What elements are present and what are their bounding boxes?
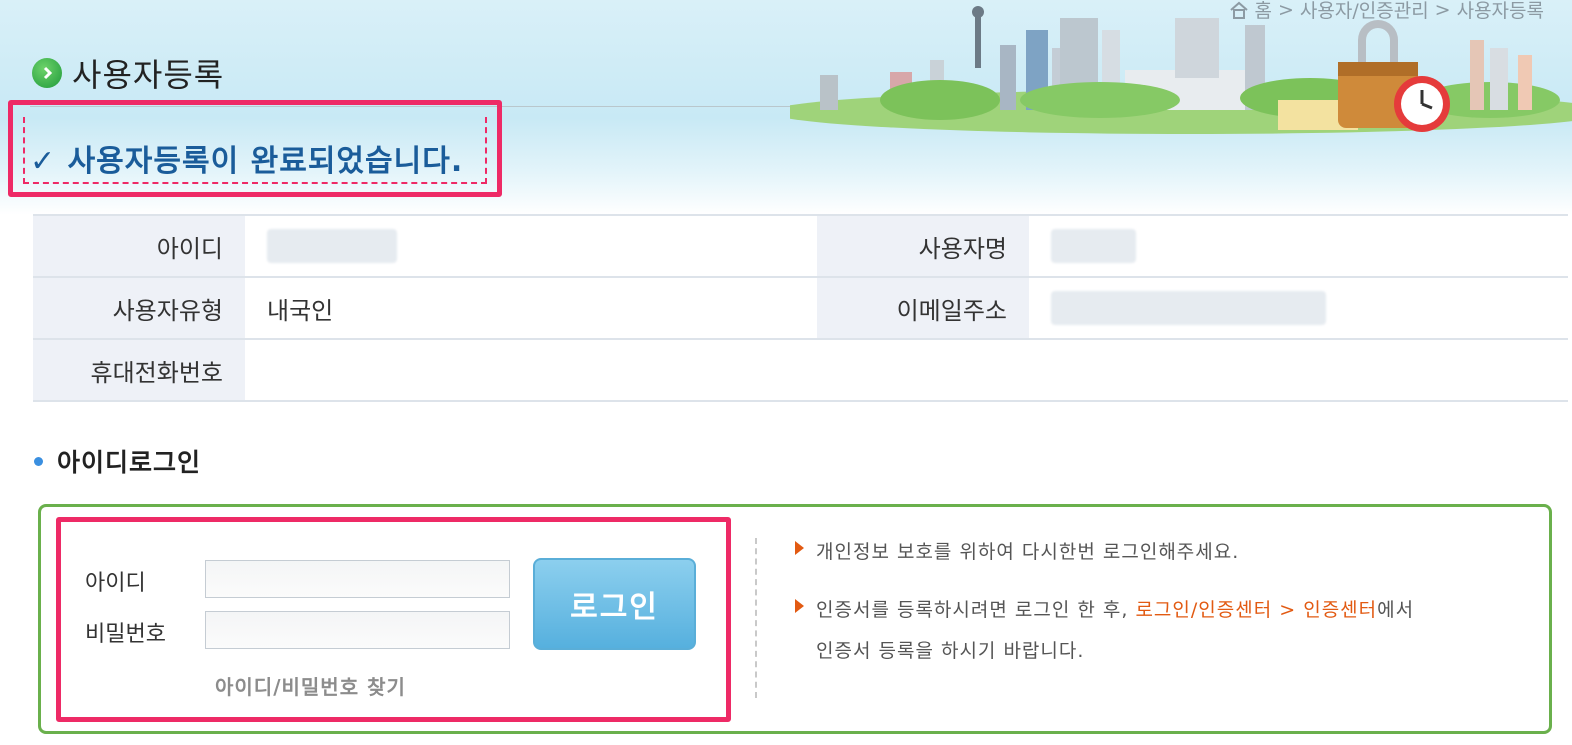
name-value-cell	[1029, 214, 1568, 278]
breadcrumb-path1[interactable]: 사용자/인증관리	[1300, 0, 1429, 23]
name-label: 사용자명	[817, 214, 1029, 278]
login-button[interactable]: 로그인	[533, 558, 696, 650]
login-id-input[interactable]	[205, 560, 510, 598]
email-label: 이메일주소	[817, 276, 1029, 340]
bullet-icon	[34, 456, 43, 466]
login-password-input[interactable]	[205, 611, 510, 649]
breadcrumb-path2: 사용자등록	[1456, 0, 1544, 22]
page-title: 사용자등록	[72, 56, 225, 94]
triangle-bullet-icon	[795, 599, 804, 613]
type-value: 내국인	[245, 276, 817, 340]
email-value	[1051, 291, 1326, 325]
triangle-bullet-icon	[795, 541, 804, 555]
cert-center-link[interactable]: 로그인/인증센터 > 인증센터	[1135, 599, 1377, 621]
notice-item: 인증서를 등록하시려면 로그인 한 후, 로그인/인증센터 > 인증센터에서 인…	[795, 595, 1414, 663]
completion-message: ✓ 사용자등록이 완료되었습니다.	[30, 144, 464, 179]
breadcrumb-separator: >	[1434, 0, 1451, 21]
notice-text-2-suffix: 에서	[1377, 599, 1415, 621]
table-row: 아이디 사용자명	[33, 214, 1568, 278]
page-title-group: 사용자등록	[32, 50, 224, 96]
notice-text-2-line2: 인증서 등록을 하시기 바랍니다.	[816, 640, 1085, 662]
breadcrumb-home[interactable]: 홈	[1255, 0, 1272, 23]
phone-value	[245, 338, 1568, 402]
notice-text-2-block: 인증서를 등록하시려면 로그인 한 후, 로그인/인증센터 > 인증센터에서 인…	[816, 595, 1414, 663]
login-section-label: 아이디로그인	[57, 448, 202, 477]
notice-text-1: 개인정보 보호를 위하여 다시한번 로그인해주세요.	[816, 541, 1240, 563]
breadcrumb-separator: >	[1277, 0, 1294, 21]
notice-item: 개인정보 보호를 위하여 다시한번 로그인해주세요.	[795, 537, 1239, 564]
login-id-label: 아이디	[85, 571, 146, 596]
type-label: 사용자유형	[33, 276, 245, 340]
id-label: 아이디	[33, 214, 245, 278]
user-info-table: 아이디 사용자명 사용자유형 내국인 이메일주소 휴대전화번호	[33, 214, 1568, 402]
id-value	[267, 229, 397, 263]
vertical-divider	[755, 538, 757, 698]
table-row: 사용자유형 내국인 이메일주소	[33, 276, 1568, 340]
table-row: 휴대전화번호	[33, 338, 1568, 402]
login-password-label: 비밀번호	[85, 622, 166, 647]
phone-label: 휴대전화번호	[33, 338, 245, 402]
circle-arrow-icon	[32, 58, 62, 88]
find-id-password-link[interactable]: 아이디/비밀번호 찾기	[215, 671, 406, 700]
notice-text-2-prefix: 인증서를 등록하시려면 로그인 한 후,	[816, 599, 1136, 621]
id-value-cell	[245, 214, 817, 278]
email-value-cell	[1029, 276, 1568, 340]
login-section-title: 아이디로그인	[34, 443, 201, 479]
name-value	[1051, 229, 1136, 263]
home-icon[interactable]	[1229, 1, 1249, 19]
breadcrumb: 홈 > 사용자/인증관리 > 사용자등록	[1229, 0, 1544, 23]
